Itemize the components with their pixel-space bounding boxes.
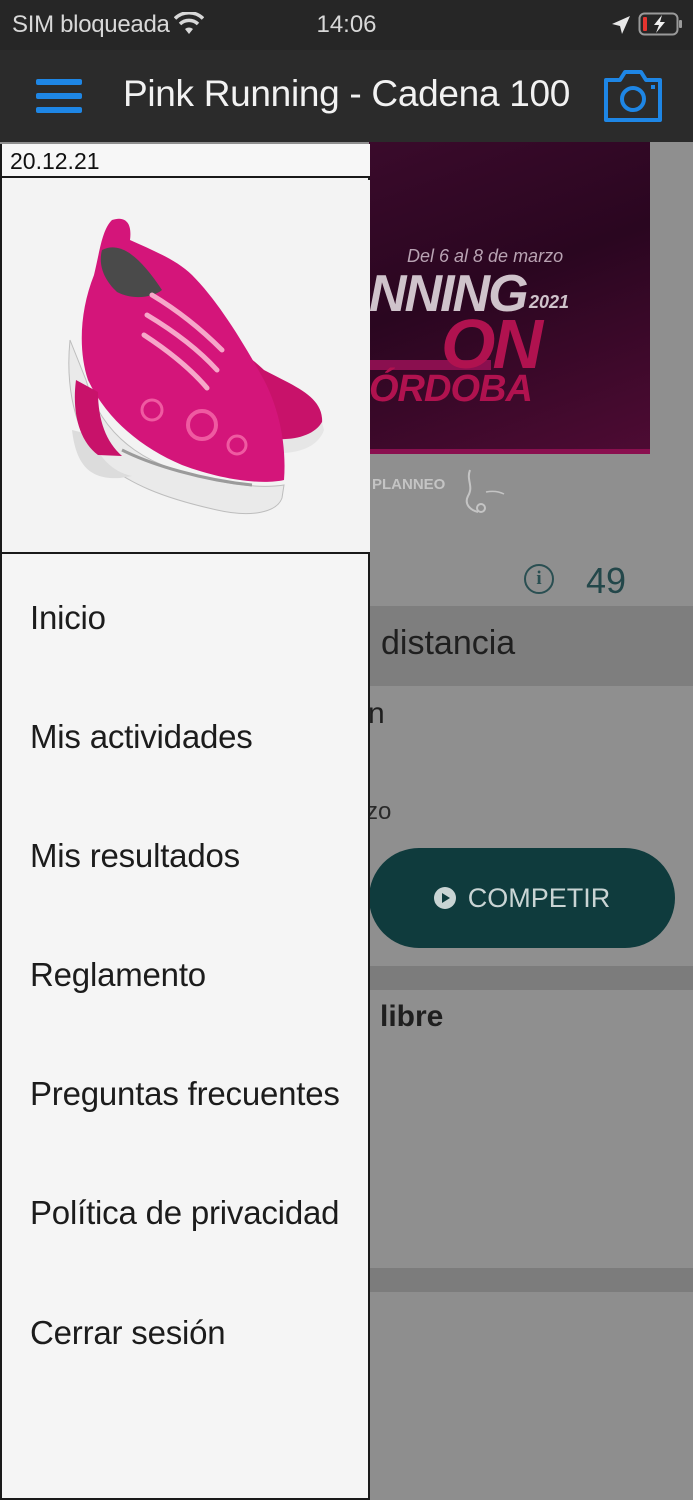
background-area [369, 1292, 693, 1500]
location-arrow-icon [612, 16, 630, 34]
banner-city: ÓRDOBA [369, 368, 533, 410]
menu-item-preguntas-frecuentes[interactable]: Preguntas frecuentes [30, 1075, 340, 1113]
menu-item-mis-resultados[interactable]: Mis resultados [30, 837, 240, 875]
menu-item-mis-actividades[interactable]: Mis actividades [30, 718, 253, 756]
compete-button-label: COMPETIR [467, 882, 611, 913]
drawer-date: 20.12.21 [2, 144, 370, 178]
menu-item-reglamento[interactable]: Reglamento [30, 956, 206, 994]
sponsor-logo: PLANNEO [372, 476, 446, 493]
battery-icon [638, 12, 682, 36]
menu-item-inicio[interactable]: Inicio [30, 599, 106, 637]
clock: 14:06 [316, 11, 377, 38]
section-free-label: libre [380, 1000, 444, 1033]
text-fragment: n [368, 697, 385, 730]
arrow-circle-icon [433, 887, 456, 909]
section-distance-label: distancia [381, 624, 516, 662]
menu-item-cerrar-sesion[interactable]: Cerrar sesión [30, 1314, 226, 1352]
app-header: Pink Running - Cadena 100 [0, 50, 693, 142]
compete-button[interactable]: COMPETIR [369, 848, 675, 948]
hamburger-menu-icon[interactable] [36, 77, 84, 115]
participants-count: 49 [586, 560, 627, 601]
info-icon[interactable]: i [524, 564, 554, 594]
section-divider [369, 966, 693, 990]
menu-item-politica-privacidad[interactable]: Política de privacidad [30, 1194, 339, 1232]
event-banner: Del 6 al 8 de marzo NNING 2021 ON ÓRDOBA [369, 142, 650, 454]
side-drawer: 20.12.21 Inicio Mis actividades Mis resu… [0, 144, 370, 1500]
section-divider [369, 1268, 693, 1292]
sponsor-figure-icon [465, 469, 505, 513]
pink-sneakers-illustration [68, 218, 324, 515]
status-bar: SIM bloqueada 14:06 [0, 0, 693, 50]
camera-icon[interactable] [602, 66, 664, 124]
sneakers-image [2, 180, 370, 554]
page-title: Pink Running - Cadena 100 [122, 73, 571, 114]
